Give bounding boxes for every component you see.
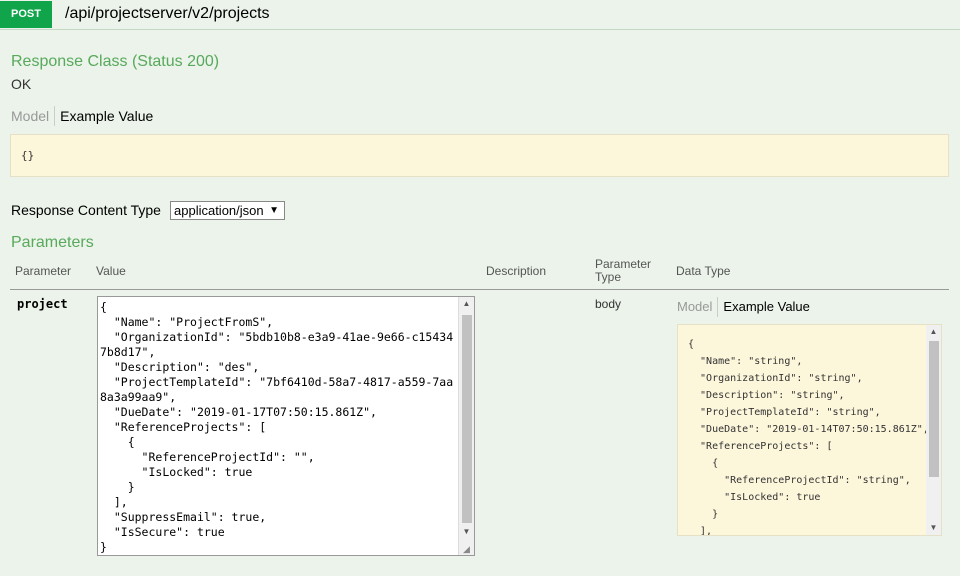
response-example-box: {} xyxy=(10,134,949,177)
data-type-tabs: Model Example Value xyxy=(677,297,815,317)
response-example-text: {} xyxy=(21,149,35,162)
col-header-parameter: Parameter xyxy=(15,264,72,278)
col-header-parameter-type: Parameter Type xyxy=(595,257,652,284)
scrollbar-thumb[interactable] xyxy=(929,341,939,477)
resize-handle-icon[interactable]: ◢ xyxy=(463,544,473,554)
select-value: application/json xyxy=(174,203,264,218)
tab-example-value[interactable]: Example Value xyxy=(718,297,814,317)
operation-header[interactable]: POST /api/projectserver/v2/projects xyxy=(0,0,960,30)
param-value-textarea[interactable]: { "Name": "ProjectFromS", "OrganizationI… xyxy=(97,296,475,556)
parameters-heading: Parameters xyxy=(11,234,94,251)
response-class-heading: Response Class (Status 200) xyxy=(11,53,220,70)
col-header-description: Description xyxy=(486,264,547,278)
scroll-down-icon[interactable]: ▼ xyxy=(926,521,941,535)
scroll-up-icon[interactable]: ▲ xyxy=(926,325,941,339)
response-status-text: OK xyxy=(11,76,32,92)
response-content-type-label: Response Content Type xyxy=(11,202,161,218)
header-divider xyxy=(10,289,949,290)
data-type-example-box[interactable]: { "Name": "string", "OrganizationId": "s… xyxy=(677,324,942,536)
param-name: project xyxy=(17,297,68,311)
param-value-text[interactable]: { "Name": "ProjectFromS", "OrganizationI… xyxy=(100,300,460,555)
chevron-down-icon: ▼ xyxy=(269,205,279,216)
endpoint-path[interactable]: /api/projectserver/v2/projects xyxy=(65,5,270,23)
tab-model[interactable]: Model xyxy=(677,297,719,317)
method-badge[interactable]: POST xyxy=(0,1,52,28)
response-model-tabs: Model Example Value xyxy=(11,106,158,126)
col-header-data-type: Data Type xyxy=(676,264,731,278)
scroll-up-icon[interactable]: ▲ xyxy=(459,297,474,311)
response-content-type-select[interactable]: application/json ▼ xyxy=(170,201,285,220)
textarea-scrollbar[interactable]: ▲ ▼ xyxy=(458,297,474,555)
data-type-scrollbar[interactable]: ▲ ▼ xyxy=(926,325,941,535)
scroll-down-icon[interactable]: ▼ xyxy=(459,525,474,539)
col-header-value: Value xyxy=(96,264,126,278)
data-type-example-text: { "Name": "string", "OrganizationId": "s… xyxy=(688,339,929,536)
scrollbar-thumb[interactable] xyxy=(462,315,472,523)
param-type-value: body xyxy=(595,297,622,311)
tab-model[interactable]: Model xyxy=(11,106,56,126)
tab-example-value[interactable]: Example Value xyxy=(55,106,158,126)
